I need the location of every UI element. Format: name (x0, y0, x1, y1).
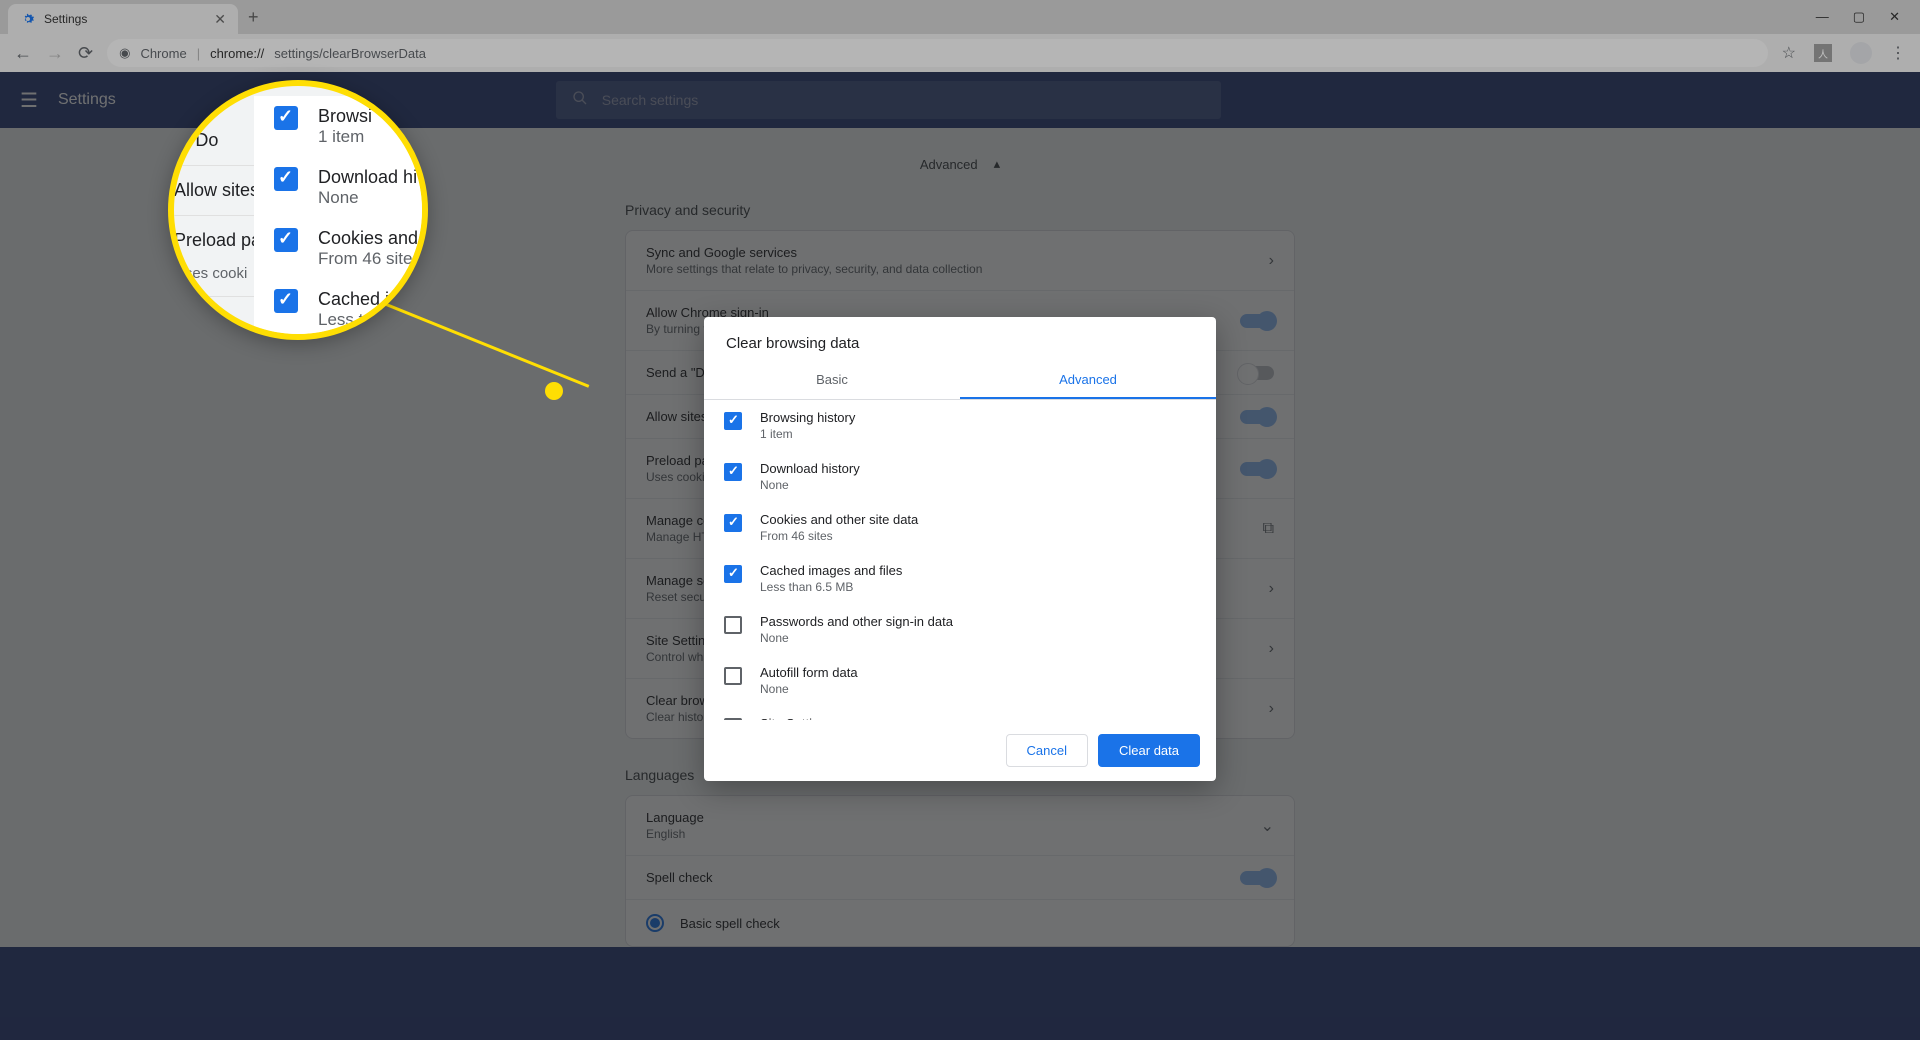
minimize-button[interactable]: — (1816, 9, 1829, 25)
url-box[interactable]: ◉ Chrome | chrome://settings/clearBrowse… (107, 39, 1768, 67)
checkbox[interactable] (724, 514, 742, 532)
settings-gear-icon (20, 11, 36, 27)
menu-icon[interactable]: ⋮ (1890, 43, 1906, 63)
new-tab-button[interactable]: + (248, 7, 259, 28)
checkbox[interactable] (724, 667, 742, 685)
settings-page: ☰ Settings Advanced ▴ Privacy and securi… (0, 72, 1920, 1040)
checkbox[interactable] (724, 616, 742, 634)
callout-dot (545, 382, 563, 400)
dialog-item[interactable]: Site SettingsNone (704, 706, 1216, 720)
dialog-item[interactable]: Download historyNone (704, 451, 1216, 502)
close-window-button[interactable]: ✕ (1889, 9, 1900, 25)
checkbox[interactable] (724, 565, 742, 583)
dialog-actions: Cancel Clear data (704, 720, 1216, 781)
profile-avatar[interactable] (1850, 42, 1872, 64)
back-button[interactable]: ← (14, 43, 32, 64)
reload-button[interactable]: ⟳ (78, 43, 93, 64)
dialog-overlay: Clear browsing data Basic Advanced Brows… (0, 72, 1920, 1040)
browser-chrome: Settings ✕ + — ▢ ✕ ← → ⟳ ◉ Chrome | chro… (0, 0, 1920, 72)
window-controls: — ▢ ✕ (1816, 9, 1920, 25)
chrome-icon: ◉ (119, 45, 130, 61)
maximize-button[interactable]: ▢ (1853, 9, 1865, 25)
cancel-button[interactable]: Cancel (1006, 734, 1088, 767)
browser-tab[interactable]: Settings ✕ (8, 4, 238, 34)
tab-bar: Settings ✕ + — ▢ ✕ (0, 0, 1920, 34)
tab-advanced[interactable]: Advanced (960, 362, 1216, 399)
url-host: chrome:// (210, 46, 264, 61)
bookmark-icon[interactable]: ☆ (1782, 43, 1796, 63)
dialog-item[interactable]: Browsing history1 item (704, 400, 1216, 451)
checkbox[interactable] (724, 718, 742, 720)
tab-basic[interactable]: Basic (704, 362, 960, 399)
extension-icon[interactable]: 人 (1814, 44, 1832, 62)
checkbox[interactable] (724, 463, 742, 481)
dialog-item[interactable]: Autofill form dataNone (704, 655, 1216, 706)
address-bar: ← → ⟳ ◉ Chrome | chrome://settings/clear… (0, 34, 1920, 72)
dialog-body[interactable]: Browsing history1 itemDownload historyNo… (704, 400, 1216, 720)
forward-button[interactable]: → (46, 43, 64, 64)
close-icon[interactable]: ✕ (214, 11, 226, 28)
clear-data-button[interactable]: Clear data (1098, 734, 1200, 767)
url-path: settings/clearBrowserData (274, 46, 426, 61)
url-secure-label: Chrome (140, 46, 186, 61)
clear-browsing-data-dialog: Clear browsing data Basic Advanced Brows… (704, 317, 1216, 781)
dialog-item[interactable]: Cookies and other site dataFrom 46 sites (704, 502, 1216, 553)
dialog-item[interactable]: Cached images and filesLess than 6.5 MB (704, 553, 1216, 604)
dialog-tabs: Basic Advanced (704, 362, 1216, 400)
dialog-item[interactable]: Passwords and other sign-in dataNone (704, 604, 1216, 655)
tab-title: Settings (44, 12, 206, 26)
dialog-title: Clear browsing data (704, 317, 1216, 362)
checkbox[interactable] (724, 412, 742, 430)
